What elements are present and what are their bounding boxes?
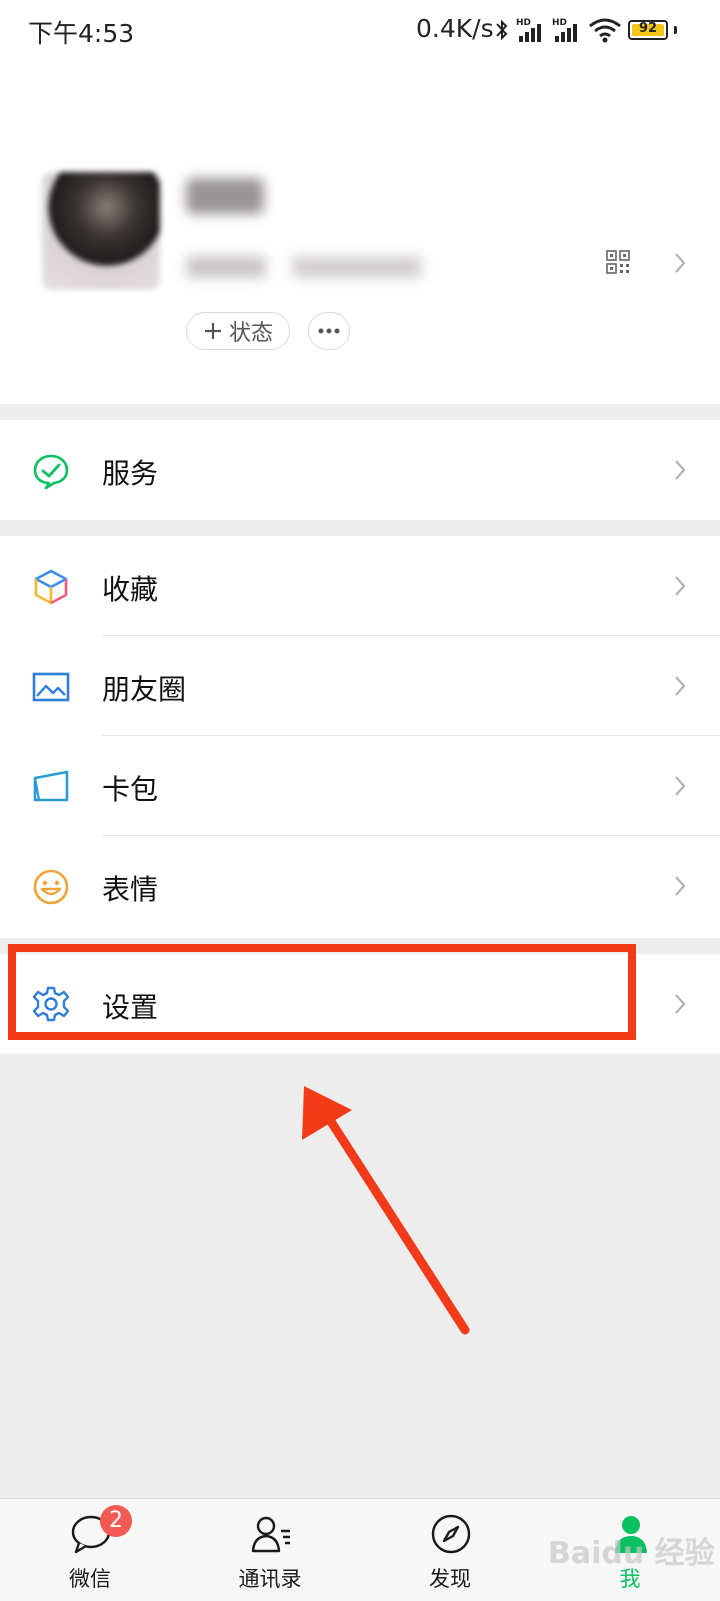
profile-header[interactable]: 状态	[0, 60, 720, 404]
more-dots-icon	[318, 328, 340, 334]
status-bar: 下午4:53 0.4K/s HD HD 92	[0, 0, 720, 60]
tab-chats[interactable]: 2 微信	[30, 1499, 150, 1601]
wechat-id-value-blurred	[292, 256, 422, 278]
battery-level: 92	[638, 21, 658, 36]
unread-badge: 2	[100, 1505, 132, 1537]
add-status-label: 状态	[228, 321, 273, 346]
wifi-icon	[589, 18, 621, 43]
tab-label: 发现	[429, 1567, 471, 1591]
services-group: 服务	[0, 420, 720, 520]
services-icon	[33, 454, 69, 490]
annotation-arrow	[302, 1086, 470, 1335]
menu-item-label: 朋友圈	[102, 673, 187, 706]
svg-text:HD: HD	[552, 18, 567, 28]
signal-hd-icon-2: HD	[552, 18, 577, 42]
watermark-logo: Baidu 经验	[548, 1536, 715, 1571]
more-button[interactable]	[308, 312, 350, 350]
wechat-id-blurred	[186, 256, 266, 278]
menu-item-services[interactable]: 服务	[0, 420, 720, 520]
menu-item-stickers[interactable]: 表情	[0, 836, 720, 936]
compass-icon	[431, 1514, 471, 1554]
main-group: 收藏 朋友圈 卡包 表情	[0, 536, 720, 938]
menu-item-favorites[interactable]: 收藏	[0, 536, 720, 636]
status-icons: HD HD 92	[494, 14, 677, 46]
annotation-highlight-box	[8, 944, 636, 1040]
profile-name-blurred	[186, 178, 264, 214]
chevron-right-icon	[675, 676, 686, 696]
bluetooth-icon	[496, 19, 508, 41]
plus-icon	[204, 323, 221, 339]
chevron-right-icon	[675, 576, 686, 596]
menu-item-label: 服务	[102, 457, 159, 490]
card-wallet-icon	[33, 770, 69, 802]
avatar[interactable]	[42, 172, 160, 290]
status-time: 下午4:53	[28, 19, 135, 48]
tab-label: 微信	[69, 1567, 111, 1591]
svg-text:HD: HD	[516, 18, 531, 28]
battery-tip	[674, 26, 677, 34]
menu-item-label: 收藏	[102, 573, 159, 606]
qr-code-icon[interactable]	[606, 250, 630, 274]
chevron-right-icon	[675, 994, 686, 1014]
chevron-right-icon	[675, 876, 686, 896]
favorites-cube-icon	[34, 569, 68, 605]
signal-hd-icon: HD	[516, 18, 541, 42]
chevron-right-icon	[675, 776, 686, 796]
chevron-right-icon	[675, 460, 686, 480]
smiley-face-icon	[33, 869, 69, 905]
menu-item-label: 卡包	[102, 773, 159, 806]
menu-item-moments[interactable]: 朋友圈	[0, 636, 720, 736]
moments-image-icon	[32, 672, 70, 702]
menu-item-label: 表情	[102, 873, 159, 906]
battery-icon: 92	[628, 20, 668, 40]
tab-label: 通讯录	[238, 1567, 302, 1591]
network-speed: 0.4K/s	[416, 14, 494, 43]
menu-item-cards[interactable]: 卡包	[0, 736, 720, 836]
tab-discover[interactable]: 发现	[390, 1499, 510, 1601]
tab-contacts[interactable]: 通讯录	[210, 1499, 330, 1601]
contacts-person-icon	[251, 1516, 290, 1553]
add-status-button[interactable]: 状态	[186, 312, 290, 350]
chevron-right-icon	[675, 253, 686, 273]
